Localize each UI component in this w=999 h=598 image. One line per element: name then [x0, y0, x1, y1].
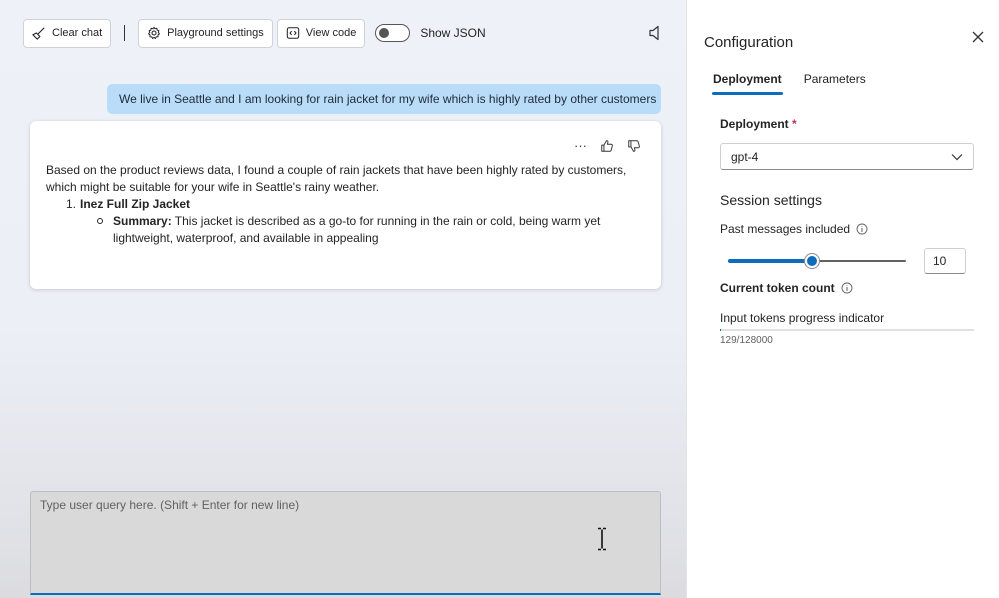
clear-chat-button[interactable]: Clear chat: [23, 18, 112, 48]
toolbar-divider: [124, 25, 126, 41]
broom-icon: [32, 27, 45, 40]
show-json-toggle[interactable]: [375, 24, 411, 42]
past-messages-input[interactable]: 10: [924, 248, 966, 274]
query-box: [30, 491, 661, 595]
chevron-down-icon: [951, 154, 963, 161]
past-messages-value: 10: [933, 254, 947, 268]
user-message-text: We live in Seattle and I am looking for …: [119, 92, 657, 106]
deployment-field-label: Deployment *: [720, 117, 797, 131]
assistant-message: ··· Based on the product reviews data, I…: [30, 121, 661, 289]
config-tabs: Deployment Parameters: [712, 72, 866, 95]
user-query-input[interactable]: [40, 498, 650, 588]
past-messages-field-label: Past messages included: [720, 222, 868, 236]
playground-settings-button[interactable]: Playground settings: [138, 18, 273, 48]
clear-chat-label: Clear chat: [52, 27, 103, 39]
assistant-intro: Based on the product reviews data, I fou…: [46, 163, 627, 194]
session-settings-title: Session settings: [720, 192, 822, 208]
thumbs-down-icon[interactable]: [627, 139, 641, 153]
jacket-list: 1. Inez Full Zip Jacket Summary: This ja…: [46, 196, 636, 247]
token-count-field-label: Current token count: [720, 281, 853, 295]
deployment-select[interactable]: gpt-4: [720, 143, 974, 170]
tab-deployment[interactable]: Deployment: [712, 72, 783, 95]
past-messages-slider[interactable]: [728, 254, 906, 268]
assistant-message-body: Based on the product reviews data, I fou…: [46, 162, 636, 247]
configuration-panel: Configuration Deployment Parameters Depl…: [686, 0, 999, 598]
slider-fill: [728, 259, 812, 263]
chat-toolbar: Clear chat Playground settings View code…: [23, 18, 486, 48]
past-messages-label-text: Past messages included: [720, 222, 851, 236]
speaker-icon[interactable]: [648, 25, 662, 41]
user-message: We live in Seattle and I am looking for …: [107, 84, 661, 114]
thumbs-up-icon[interactable]: [600, 139, 614, 153]
summary-label: Summary:: [113, 214, 172, 228]
progress-label: Input tokens progress indicator: [720, 311, 885, 325]
show-json-label: Show JSON: [420, 26, 486, 40]
chat-pane: Clear chat Playground settings View code…: [0, 0, 686, 598]
list-number: 1.: [66, 197, 77, 211]
panel-title: Configuration: [704, 34, 794, 51]
info-icon[interactable]: [856, 223, 868, 235]
jacket-name: Inez Full Zip Jacket: [80, 197, 191, 211]
token-count-label-text: Current token count: [720, 281, 835, 295]
toggle-knob: [379, 28, 390, 38]
bullet-icon: [97, 218, 103, 224]
gear-icon: [148, 26, 161, 39]
close-icon[interactable]: [972, 31, 984, 43]
summary-text: This jacket is described as a go-to for …: [113, 214, 601, 245]
view-code-button[interactable]: View code: [276, 18, 366, 48]
view-code-label: View code: [305, 27, 357, 39]
info-icon[interactable]: [841, 282, 853, 294]
jacket-summary: Summary: This jacket is described as a g…: [97, 213, 636, 247]
more-options-button[interactable]: ···: [574, 139, 587, 152]
list-item: 1. Inez Full Zip Jacket Summary: This ja…: [66, 196, 636, 247]
required-marker: *: [792, 117, 797, 131]
playground-settings-label: Playground settings: [167, 27, 264, 39]
token-progress-bar: [720, 329, 974, 331]
jacket-details: Summary: This jacket is described as a g…: [80, 213, 636, 247]
code-icon: [286, 27, 299, 39]
message-actions: ···: [574, 139, 641, 153]
deployment-value: gpt-4: [731, 149, 759, 164]
slider-thumb[interactable]: [804, 254, 819, 268]
tab-parameters[interactable]: Parameters: [804, 72, 866, 95]
deployment-label-text: Deployment: [720, 117, 789, 131]
text-cursor-icon: [598, 527, 606, 551]
token-count-text: 129/128000: [720, 335, 773, 346]
